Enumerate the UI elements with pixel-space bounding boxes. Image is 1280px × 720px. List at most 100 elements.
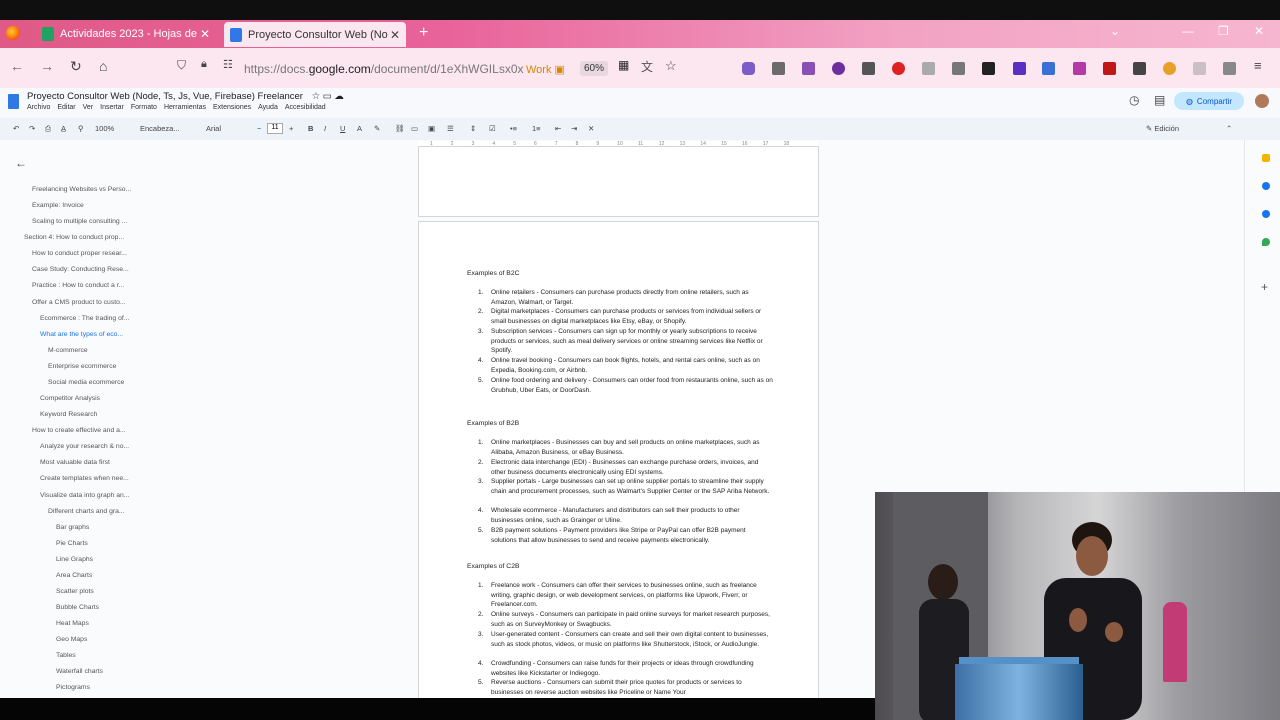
bold-icon[interactable]: B (308, 124, 313, 133)
comment-icon[interactable]: ▭ (411, 124, 418, 133)
outline-item[interactable]: Pictograms (56, 684, 90, 691)
extension-purple-icon[interactable] (1013, 62, 1026, 75)
extension-pink-icon[interactable] (1073, 62, 1086, 75)
extension-light-icon[interactable] (1193, 62, 1206, 75)
library-icon[interactable] (772, 62, 785, 75)
apps-icon[interactable]: ▦ (618, 58, 629, 72)
numbered-list-icon[interactable]: 1≡ (532, 124, 541, 133)
bookmark-star-icon[interactable]: ☆ (665, 58, 677, 74)
outline-item[interactable]: Different charts and gra... (48, 508, 125, 515)
zoom-indicator[interactable]: 60% (580, 61, 609, 76)
outline-item[interactable]: Ecommerce : The trading of... (40, 315, 129, 322)
extension-new-icon[interactable] (1103, 62, 1116, 75)
redo-icon[interactable]: ↷ (29, 124, 35, 133)
firefox-logo-icon[interactable] (6, 26, 20, 40)
keep-icon[interactable] (1262, 154, 1270, 162)
outline-item[interactable]: Bubble Charts (56, 604, 99, 611)
outline-item[interactable]: Heat Maps (56, 620, 89, 627)
outline-item[interactable]: Enterprise ecommerce (48, 363, 116, 370)
section-heading[interactable]: Examples of C2B (467, 563, 520, 570)
outline-item[interactable]: What are the types of eco... (40, 331, 123, 338)
spellcheck-icon[interactable]: A̲ (61, 124, 66, 133)
underline-icon[interactable]: U (340, 124, 345, 133)
outline-item[interactable]: Scaling to multiple consulting ... (32, 218, 127, 225)
extension-off-icon[interactable] (1133, 62, 1146, 75)
outline-item[interactable]: Keyword Research (40, 411, 97, 418)
outline-item[interactable]: Practice : How to conduct a r... (32, 282, 124, 289)
extension-v-icon[interactable] (952, 62, 965, 75)
document-page[interactable] (418, 146, 819, 217)
sidebar-icon[interactable] (802, 62, 815, 75)
home-icon[interactable]: ⌂ (99, 58, 107, 74)
maps-icon[interactable] (1262, 238, 1270, 246)
outline-item[interactable]: Line Graphs (56, 556, 93, 563)
extensions-icon[interactable] (1223, 62, 1236, 75)
translate-icon[interactable]: 文 (641, 58, 653, 75)
collapse-menus-icon[interactable]: ⌃ (1226, 124, 1232, 133)
extension-translate-icon[interactable] (1042, 62, 1055, 75)
forward-icon[interactable]: → (40, 58, 54, 74)
font-size-input[interactable]: 11 (267, 123, 283, 134)
font-select[interactable]: Arial (206, 124, 221, 133)
checklist-icon[interactable]: ☑ (489, 124, 496, 133)
menu-accesibilidad[interactable]: Accesibilidad (285, 104, 326, 111)
section-heading[interactable]: Examples of B2B (467, 420, 519, 427)
outline-item[interactable]: Pie Charts (56, 540, 88, 547)
italic-icon[interactable]: I (324, 124, 326, 133)
outline-item[interactable]: Analyze your research & no... (40, 443, 129, 450)
pocket-icon[interactable] (742, 62, 755, 75)
align-icon[interactable]: ☰ (447, 124, 454, 133)
back-icon[interactable]: ← (10, 58, 24, 74)
outline-item[interactable]: Waterfall charts (56, 668, 103, 675)
tab-document[interactable]: Proyecto Consultor Web (Node ✕ (224, 22, 406, 47)
outline-item[interactable]: Visualize data into graph an... (40, 492, 129, 499)
increase-indent-icon[interactable]: ⇥ (571, 124, 577, 133)
menu-ayuda[interactable]: Ayuda (258, 104, 278, 111)
outline-item[interactable]: Area Charts (56, 572, 92, 579)
minimize-icon[interactable]: — (1182, 24, 1194, 38)
outline-item[interactable]: Section 4: How to conduct prop... (24, 234, 124, 241)
share-button[interactable]: ◍ Compartir (1174, 92, 1244, 110)
window-close-icon[interactable]: ✕ (1254, 24, 1264, 38)
outline-item[interactable]: Case Study: Conducting Rese... (32, 266, 129, 273)
paint-format-icon[interactable]: ⚲ (78, 124, 84, 133)
outline-item[interactable]: Geo Maps (56, 636, 87, 643)
menu-ver[interactable]: Ver (83, 104, 94, 111)
menu-archivo[interactable]: Archivo (27, 104, 50, 111)
menu-formato[interactable]: Formato (131, 104, 157, 111)
outline-item[interactable]: How to create effective and a... (32, 427, 126, 434)
add-addon-icon[interactable]: + (1261, 280, 1268, 294)
comments-icon[interactable]: ▤ (1154, 93, 1165, 107)
decrease-indent-icon[interactable]: ⇤ (555, 124, 561, 133)
document-title[interactable]: Proyecto Consultor Web (Node, Ts, Js, Vu… (27, 91, 344, 102)
close-outline-icon[interactable]: ← (15, 156, 27, 170)
avatar[interactable] (1255, 94, 1269, 108)
docs-logo-icon[interactable] (8, 94, 19, 109)
link-icon[interactable]: ⛓ (395, 124, 405, 133)
tab-spreadsheet[interactable]: Actividades 2023 - Hojas de cá ✕ (36, 23, 216, 45)
star-icon[interactable]: ☆ (312, 91, 321, 102)
history-icon[interactable]: ◷ (1129, 93, 1139, 107)
text-color-icon[interactable]: A (357, 124, 362, 133)
adblock-icon[interactable] (892, 62, 905, 75)
decrease-size-icon[interactable]: − (257, 124, 261, 133)
clear-formatting-icon[interactable]: ✕ (588, 124, 594, 133)
list-tabs-icon[interactable]: ⌄ (1110, 24, 1120, 38)
outline-item[interactable]: Competitor Analysis (40, 395, 100, 402)
maximize-icon[interactable]: ❐ (1218, 24, 1229, 38)
reload-icon[interactable]: ↻ (70, 58, 82, 75)
extension-e-icon[interactable] (832, 62, 845, 75)
outline-item[interactable]: Scatter plots (56, 588, 94, 595)
image-icon[interactable]: ▣ (428, 124, 435, 133)
undo-icon[interactable]: ↶ (13, 124, 19, 133)
extension-grid-icon[interactable] (982, 62, 995, 75)
highlight-icon[interactable]: ✎ (374, 124, 380, 133)
close-tab-icon[interactable]: ✕ (390, 28, 400, 42)
extension-chart-icon[interactable] (862, 62, 875, 75)
outline-item[interactable]: Social media ecommerce (48, 379, 124, 386)
cloud-icon[interactable]: ☁ (334, 91, 344, 102)
outline-item[interactable]: Example: Invoice (32, 202, 84, 209)
increase-size-icon[interactable]: + (289, 124, 293, 133)
outline-item[interactable]: Offer a CMS product to custo... (32, 299, 126, 306)
new-tab-button[interactable]: + (419, 24, 428, 42)
